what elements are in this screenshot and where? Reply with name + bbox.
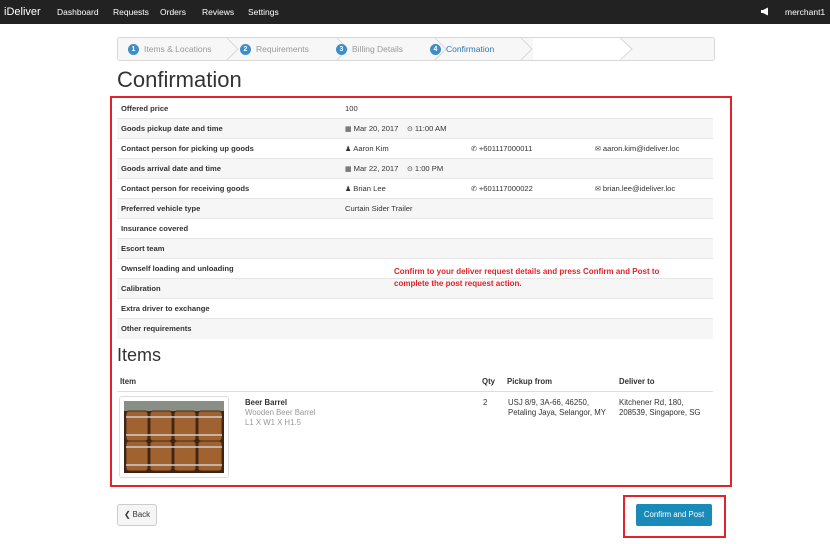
wizard-step-2[interactable]: 2 Requirements xyxy=(240,38,309,60)
nav-requests[interactable]: Requests xyxy=(113,0,149,24)
step-number-badge: 1 xyxy=(128,44,139,55)
user-menu[interactable]: merchant1 ▾ xyxy=(785,0,830,41)
wizard-steps: 1 Items & Locations 2 Requirements 3 Billin… xyxy=(117,37,715,61)
back-button[interactable]: ❮ Back xyxy=(117,504,157,526)
nav-dashboard[interactable]: Dashboard xyxy=(57,0,99,24)
step-label: Requirements xyxy=(256,44,309,54)
step-label: Billing Details xyxy=(352,44,404,54)
megaphone-icon[interactable] xyxy=(760,0,770,24)
confirm-and-post-button[interactable]: Confirm and Post xyxy=(636,504,712,526)
step-separator xyxy=(620,38,633,60)
step-number-badge: 4 xyxy=(430,44,441,55)
top-navbar: iDeliver Dashboard Requests Orders Revie… xyxy=(0,0,830,41)
nav-orders[interactable]: Orders xyxy=(160,0,186,24)
step-number-badge: 3 xyxy=(336,44,347,55)
nav-settings[interactable]: Settings xyxy=(248,0,279,24)
wizard-step-3[interactable]: 3 Billing Details xyxy=(336,38,403,60)
wizard-step-1[interactable]: 1 Items & Locations xyxy=(128,38,212,60)
step-number-badge: 2 xyxy=(240,44,251,55)
step-separator xyxy=(226,38,239,60)
brand-logo[interactable]: iDeliver xyxy=(4,0,41,24)
wizard-step-4[interactable]: 4 Confirmation xyxy=(430,38,494,60)
step-separator xyxy=(520,38,533,60)
page-title: Confirmation xyxy=(117,67,242,92)
step-label: Confirmation xyxy=(446,44,495,54)
details-highlight-frame xyxy=(110,96,732,487)
nav-reviews[interactable]: Reviews xyxy=(202,0,234,24)
active-step-bg xyxy=(533,38,621,60)
step-label: Items & Locations xyxy=(144,44,212,54)
